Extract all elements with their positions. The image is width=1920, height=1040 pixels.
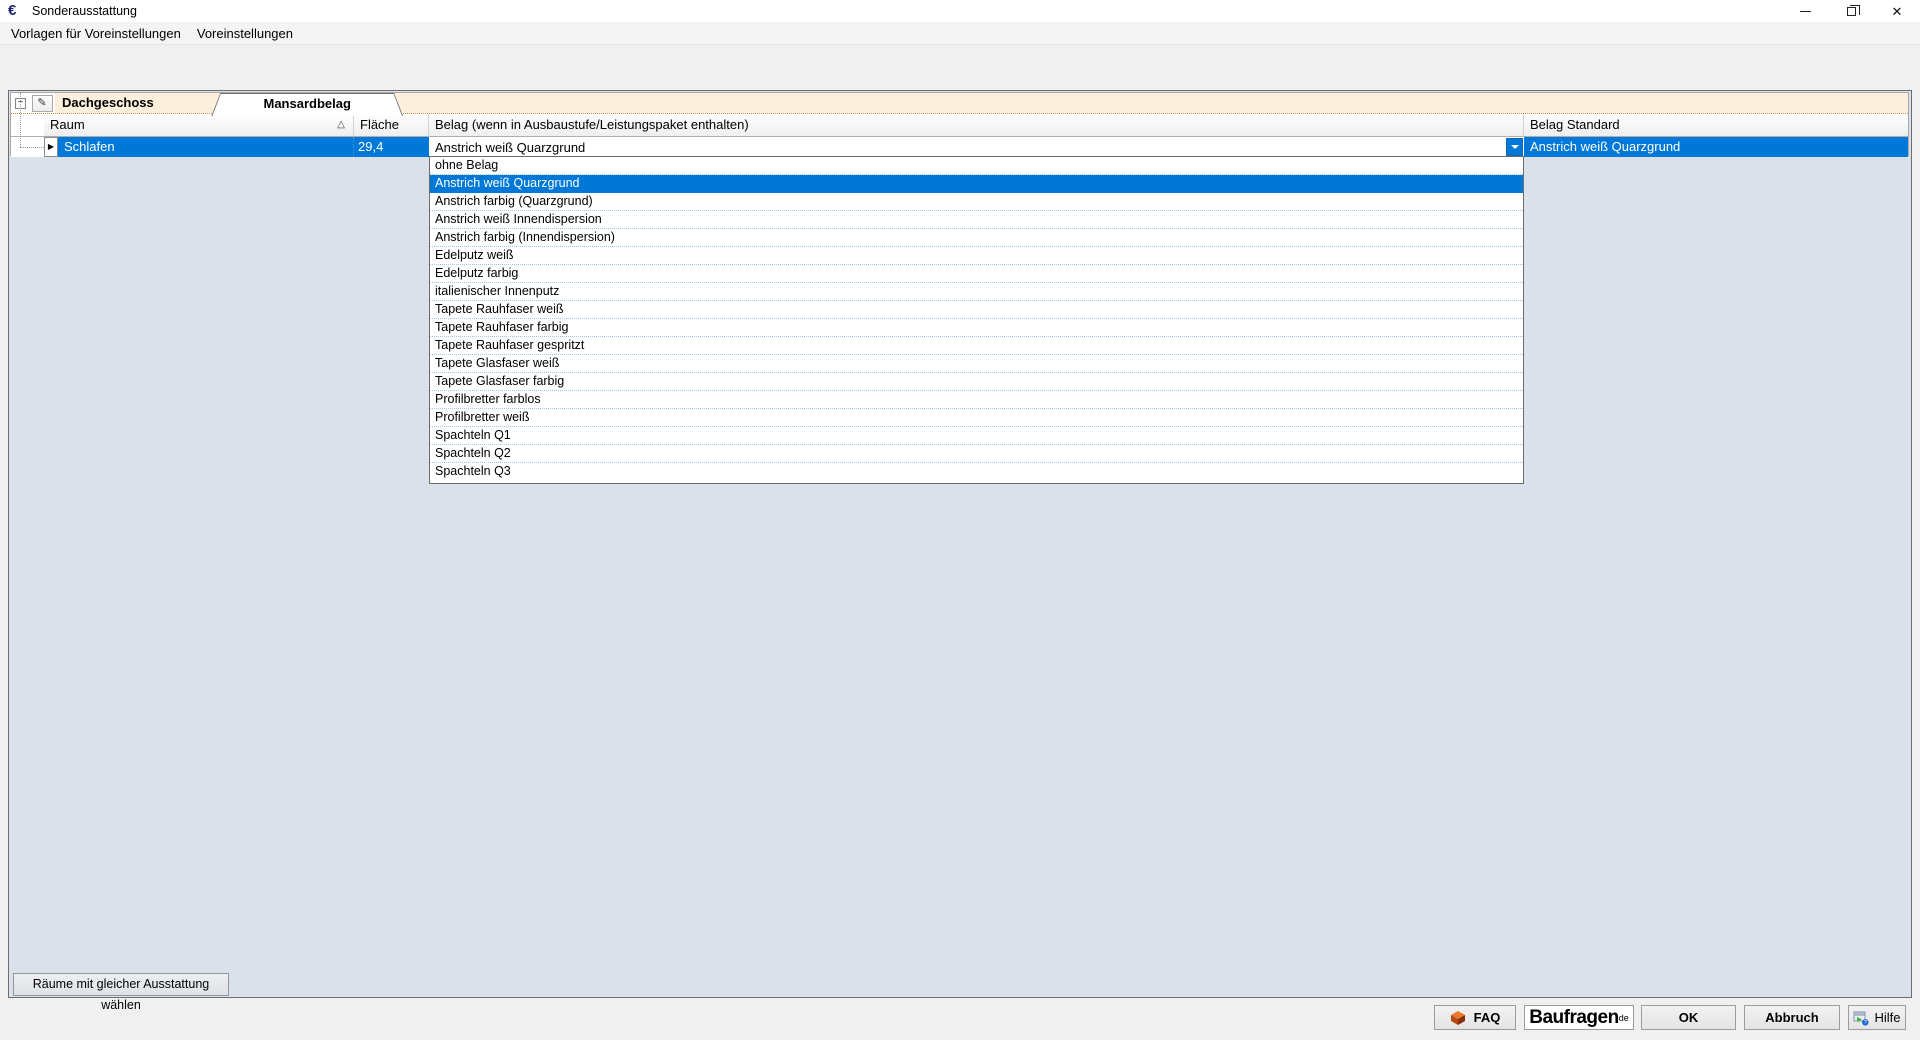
column-header-flaeche[interactable]: Fläche: [354, 114, 429, 137]
help-icon: ?: [1853, 1010, 1869, 1026]
dropdown-option-spachteln-q3[interactable]: Spachteln Q3: [430, 463, 1523, 481]
titlebar: € Sonderausstattung ✕: [0, 0, 1920, 22]
row-tree-gutter: [11, 137, 44, 157]
belag-dropdown-list: ohne BelagAnstrich weiß QuarzgrundAnstri…: [429, 156, 1524, 484]
tree-line-horizontal: [20, 147, 44, 148]
window-controls: ✕: [1782, 0, 1920, 22]
dropdown-option-anstrich-weiß-innendispersion[interactable]: Anstrich weiß Innendispersion: [430, 211, 1523, 229]
dropdown-option-profilbretter-weiß[interactable]: Profilbretter weiß: [430, 409, 1523, 427]
dropdown-option-tapete-rauhfaser-gespritzt[interactable]: Tapete Rauhfaser gespritzt: [430, 337, 1523, 355]
column-header-raum-label: Raum: [50, 117, 85, 132]
minimize-icon: [1800, 11, 1811, 12]
dropdown-option-tapete-rauhfaser-farbig[interactable]: Tapete Rauhfaser farbig: [430, 319, 1523, 337]
dropdown-option-ohne-belag[interactable]: ohne Belag: [430, 157, 1523, 175]
faq-cube-icon: [1450, 1010, 1466, 1026]
dropdown-option-edelputz-weiß[interactable]: Edelputz weiß: [430, 247, 1523, 265]
cell-raum[interactable]: Schlafen: [58, 137, 354, 157]
ok-button[interactable]: OK: [1641, 1005, 1736, 1030]
column-header-raum[interactable]: Raum △: [44, 114, 354, 137]
pencil-cell: ✎: [29, 93, 55, 113]
faq-label: FAQ: [1474, 1010, 1501, 1025]
tab-label: Mansardbelag: [211, 93, 403, 115]
select-rooms-button[interactable]: Räume mit gleicher Ausstattung wählen: [13, 973, 229, 996]
minimize-button[interactable]: [1782, 0, 1828, 22]
combo-dropdown-button[interactable]: [1506, 138, 1523, 156]
belag-combo-editor[interactable]: Anstrich weiß Quarzgrund: [429, 137, 1524, 157]
baufragen-logo-suffix: de: [1619, 1013, 1629, 1023]
table-row: ▶ Schlafen 29,4 Anstrich weiß Quarzgrund…: [11, 137, 1908, 157]
tab-zone: Deckenbelag Mansardbelag Schornsteine Ma…: [0, 45, 1920, 90]
app-euro-icon: €: [8, 1, 24, 21]
menu-vorlagen[interactable]: Vorlagen für Voreinstellungen: [3, 23, 189, 44]
chevron-down-icon: [1511, 145, 1519, 149]
dropdown-option-anstrich-weiß-quarzgrund[interactable]: Anstrich weiß Quarzgrund: [430, 175, 1523, 193]
dropdown-option-italienischer-innenputz[interactable]: italienischer Innenputz: [430, 283, 1523, 301]
column-header-belag[interactable]: Belag (wenn in Ausbaustufe/Leistungspake…: [429, 114, 1524, 137]
dropdown-option-spachteln-q1[interactable]: Spachteln Q1: [430, 427, 1523, 445]
restore-icon: [1847, 7, 1856, 16]
faq-button[interactable]: FAQ: [1434, 1005, 1516, 1030]
restore-button[interactable]: [1828, 0, 1874, 22]
close-button[interactable]: ✕: [1874, 0, 1920, 22]
dropdown-option-anstrich-farbig-innendispersion[interactable]: Anstrich farbig (Innendispersion): [430, 229, 1523, 247]
tree-line-vertical: [20, 93, 21, 147]
menubar: Vorlagen für Voreinstellungen Voreinstel…: [0, 22, 1920, 45]
help-label: Hilfe: [1874, 1010, 1900, 1025]
bottom-bar: FAQ Baufragende OK Abbruch ? Hilfe: [0, 998, 1920, 1040]
tab-mansardbelag[interactable]: Mansardbelag: [211, 93, 403, 116]
close-icon: ✕: [1892, 5, 1903, 18]
cell-flaeche[interactable]: 29,4: [354, 137, 429, 157]
column-header-row: Raum △ Fläche Belag (wenn in Ausbaustufe…: [11, 114, 1908, 137]
dialog-window: € Sonderausstattung ✕ Vorlagen für Vorei…: [0, 0, 1920, 1040]
help-button[interactable]: ? Hilfe: [1848, 1005, 1906, 1030]
baufragen-logo-button[interactable]: Baufragende: [1524, 1005, 1634, 1030]
edit-pencil-icon[interactable]: ✎: [32, 95, 53, 112]
dropdown-option-profilbretter-farblos[interactable]: Profilbretter farblos: [430, 391, 1523, 409]
baufragen-logo: Baufragen: [1529, 1007, 1618, 1029]
dropdown-option-tapete-glasfaser-farbig[interactable]: Tapete Glasfaser farbig: [430, 373, 1523, 391]
row-indicator[interactable]: ▶: [44, 137, 58, 157]
menu-voreinstellungen[interactable]: Voreinstellungen: [189, 23, 301, 44]
svg-text:?: ?: [1864, 1020, 1867, 1026]
dropdown-option-tapete-rauhfaser-weiß[interactable]: Tapete Rauhfaser weiß: [430, 301, 1523, 319]
header-gutter: [11, 114, 44, 137]
cancel-button[interactable]: Abbruch: [1744, 1005, 1840, 1030]
dropdown-option-anstrich-farbig-quarzgrund[interactable]: Anstrich farbig (Quarzgrund): [430, 193, 1523, 211]
combo-value: Anstrich weiß Quarzgrund: [429, 138, 1506, 157]
window-title: Sonderausstattung: [32, 4, 137, 18]
sort-asc-icon: △: [337, 114, 345, 136]
dropdown-option-spachteln-q2[interactable]: Spachteln Q2: [430, 445, 1523, 463]
dropdown-option-tapete-glasfaser-weiß[interactable]: Tapete Glasfaser weiß: [430, 355, 1523, 373]
column-header-belag-standard[interactable]: Belag Standard: [1524, 114, 1908, 137]
dropdown-option-edelputz-farbig[interactable]: Edelputz farbig: [430, 265, 1523, 283]
cell-belag-standard[interactable]: Anstrich weiß Quarzgrund: [1524, 137, 1908, 157]
